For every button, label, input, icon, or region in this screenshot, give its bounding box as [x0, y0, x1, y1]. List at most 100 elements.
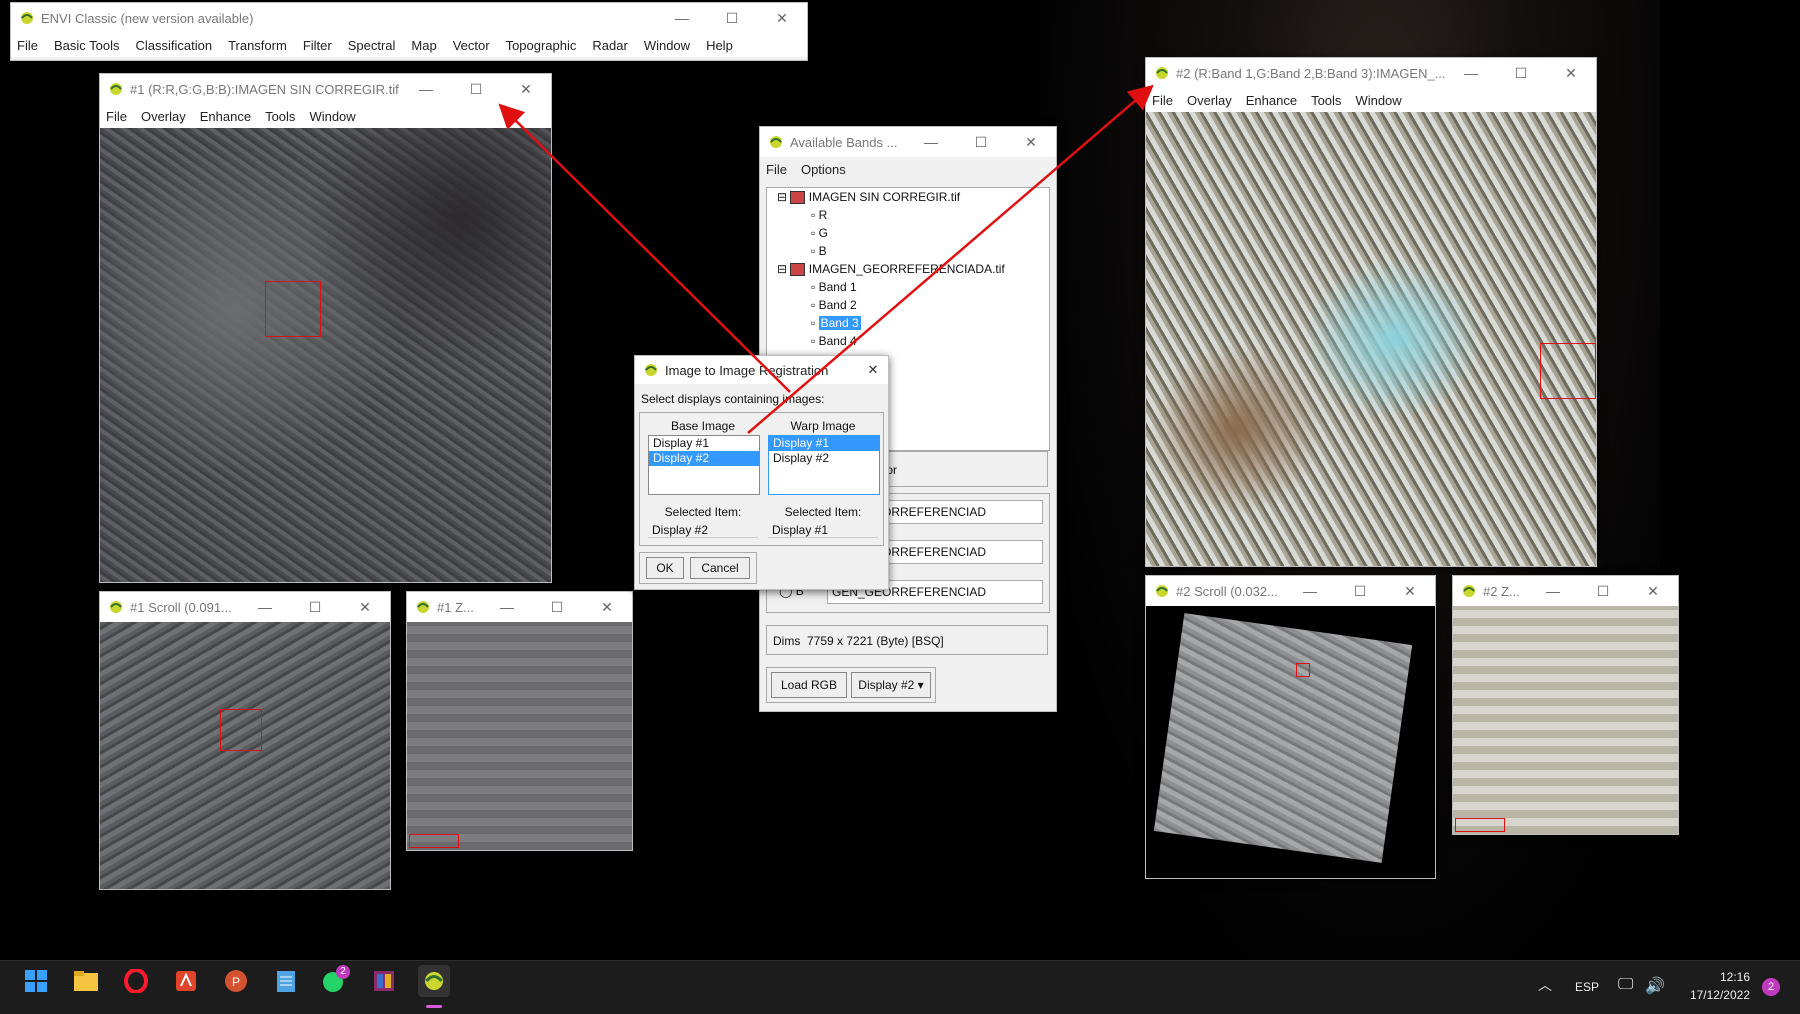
warp-image-list[interactable]: Display #1 Display #2: [768, 435, 880, 495]
menu-map[interactable]: Map: [411, 38, 436, 53]
list-item[interactable]: Display #1: [649, 436, 759, 451]
minimize-icon[interactable]: —: [482, 592, 532, 622]
display2-scroll-titlebar[interactable]: #2 Scroll (0.032... — ☐ ✕: [1146, 576, 1435, 606]
winrar-icon[interactable]: [368, 965, 400, 997]
zoom-box-indicator[interactable]: [265, 281, 321, 337]
scroll-box-indicator[interactable]: [220, 709, 262, 751]
maximize-icon[interactable]: ☐: [1496, 58, 1546, 88]
close-icon[interactable]: ✕: [340, 592, 390, 622]
close-icon[interactable]: ✕: [1006, 127, 1056, 157]
d2-menu-tools[interactable]: Tools: [1311, 93, 1341, 108]
d2-menu-overlay[interactable]: Overlay: [1187, 93, 1232, 108]
tree-band-selected[interactable]: ▫ Band 3: [767, 314, 1049, 332]
clock-time[interactable]: 12:16: [1710, 970, 1750, 984]
zoom-box-indicator[interactable]: [1540, 343, 1596, 399]
close-icon[interactable]: ✕: [582, 592, 632, 622]
list-item-selected[interactable]: Display #2: [649, 451, 759, 466]
notification-badge[interactable]: 2: [1762, 978, 1780, 996]
minimize-icon[interactable]: —: [1285, 576, 1335, 606]
zoom-controls-icon[interactable]: [409, 834, 459, 848]
list-item[interactable]: Display #2: [769, 451, 879, 466]
maximize-icon[interactable]: ☐: [532, 592, 582, 622]
d1-menu-enhance[interactable]: Enhance: [200, 109, 251, 124]
menu-spectral[interactable]: Spectral: [348, 38, 396, 53]
powerpoint-icon[interactable]: P: [220, 965, 252, 997]
main-titlebar[interactable]: ENVI Classic (new version available) — ☐ ✕: [11, 3, 807, 33]
close-icon[interactable]: ✕: [858, 362, 888, 378]
display1-titlebar[interactable]: #1 (R:R,G:G,B:B):IMAGEN SIN CORREGIR.tif…: [100, 74, 551, 104]
menu-topographic[interactable]: Topographic: [506, 38, 577, 53]
network-icon[interactable]: 🖵: [1618, 976, 1633, 994]
d2-menu-enhance[interactable]: Enhance: [1246, 93, 1297, 108]
scroll-box-indicator[interactable]: [1296, 663, 1310, 677]
zoom-controls-icon[interactable]: [1455, 818, 1505, 832]
display2-zoom-image[interactable]: [1453, 606, 1678, 834]
display1-zoom-titlebar[interactable]: #1 Z... — ☐ ✕: [407, 592, 632, 622]
opera-browser-icon[interactable]: [120, 965, 152, 997]
windows-start-icon[interactable]: [20, 965, 52, 997]
menu-file[interactable]: File: [17, 38, 38, 53]
maximize-icon[interactable]: ☐: [1578, 576, 1628, 606]
tree-file-2[interactable]: ⊟ IMAGEN_GEORREFERENCIADA.tif: [767, 260, 1049, 278]
base-image-list[interactable]: Display #1 Display #2: [648, 435, 760, 495]
d1-menu-file[interactable]: File: [106, 109, 127, 124]
display1-image[interactable]: [100, 128, 551, 582]
close-icon[interactable]: ✕: [1628, 576, 1678, 606]
close-icon[interactable]: ✕: [1546, 58, 1596, 88]
volume-icon[interactable]: 🔊: [1645, 976, 1665, 996]
minimize-icon[interactable]: —: [240, 592, 290, 622]
d2-menu-window[interactable]: Window: [1355, 93, 1401, 108]
menu-radar[interactable]: Radar: [592, 38, 627, 53]
menu-vector[interactable]: Vector: [453, 38, 490, 53]
close-icon[interactable]: ✕: [757, 3, 807, 33]
bands-menu-file[interactable]: File: [766, 162, 787, 177]
display1-scroll-titlebar[interactable]: #1 Scroll (0.091... — ☐ ✕: [100, 592, 390, 622]
notepad-icon[interactable]: [270, 965, 302, 997]
tree-band[interactable]: ▫ Band 1: [767, 278, 1049, 296]
maximize-icon[interactable]: ☐: [451, 74, 501, 104]
minimize-icon[interactable]: —: [906, 127, 956, 157]
bands-titlebar[interactable]: Available Bands ... — ☐ ✕: [760, 127, 1056, 157]
display2-zoom-titlebar[interactable]: #2 Z... — ☐ ✕: [1453, 576, 1678, 606]
minimize-icon[interactable]: —: [401, 74, 451, 104]
list-item-selected[interactable]: Display #1: [769, 436, 879, 451]
menu-basic-tools[interactable]: Basic Tools: [54, 38, 120, 53]
maximize-icon[interactable]: ☐: [1335, 576, 1385, 606]
chevron-up-icon[interactable]: ︿: [1538, 975, 1552, 995]
tree-band[interactable]: ▫ Band 2: [767, 296, 1049, 314]
tree-band[interactable]: ▫ Band 4: [767, 332, 1049, 350]
language-indicator[interactable]: ESP: [1575, 980, 1599, 994]
reg-titlebar[interactable]: Image to Image Registration ✕: [635, 356, 888, 384]
d1-menu-overlay[interactable]: Overlay: [141, 109, 186, 124]
tree-band[interactable]: ▫ G: [767, 224, 1049, 242]
maximize-icon[interactable]: ☐: [707, 3, 757, 33]
display2-scroll-image[interactable]: [1146, 606, 1435, 878]
minimize-icon[interactable]: —: [657, 3, 707, 33]
d2-menu-file[interactable]: File: [1152, 93, 1173, 108]
close-icon[interactable]: ✕: [501, 74, 551, 104]
maximize-icon[interactable]: ☐: [956, 127, 1006, 157]
d1-menu-tools[interactable]: Tools: [265, 109, 295, 124]
display1-scroll-image[interactable]: [100, 622, 390, 889]
file-explorer-icon[interactable]: [70, 965, 102, 997]
display-select-dropdown[interactable]: Display #2 ▾: [851, 672, 931, 698]
minimize-icon[interactable]: —: [1446, 58, 1496, 88]
maximize-icon[interactable]: ☐: [290, 592, 340, 622]
menu-transform[interactable]: Transform: [228, 38, 287, 53]
d1-menu-window[interactable]: Window: [309, 109, 355, 124]
tree-band[interactable]: ▫ R: [767, 206, 1049, 224]
acrobat-icon[interactable]: [170, 965, 202, 997]
clock-date[interactable]: 17/12/2022: [1675, 988, 1750, 1002]
menu-classification[interactable]: Classification: [135, 38, 212, 53]
load-rgb-button[interactable]: Load RGB: [771, 672, 847, 698]
tree-file-1[interactable]: ⊟ IMAGEN SIN CORREGIR.tif: [767, 188, 1049, 206]
tree-band[interactable]: ▫ B: [767, 242, 1049, 260]
whatsapp-icon[interactable]: 2: [318, 965, 350, 997]
display2-titlebar[interactable]: #2 (R:Band 1,G:Band 2,B:Band 3):IMAGEN_.…: [1146, 58, 1596, 88]
display1-zoom-image[interactable]: [407, 622, 632, 850]
bands-menu-options[interactable]: Options: [801, 162, 846, 177]
close-icon[interactable]: ✕: [1385, 576, 1435, 606]
envi-taskbar-icon[interactable]: [418, 965, 450, 997]
ok-button[interactable]: OK: [646, 557, 684, 579]
display2-image[interactable]: [1146, 112, 1596, 566]
